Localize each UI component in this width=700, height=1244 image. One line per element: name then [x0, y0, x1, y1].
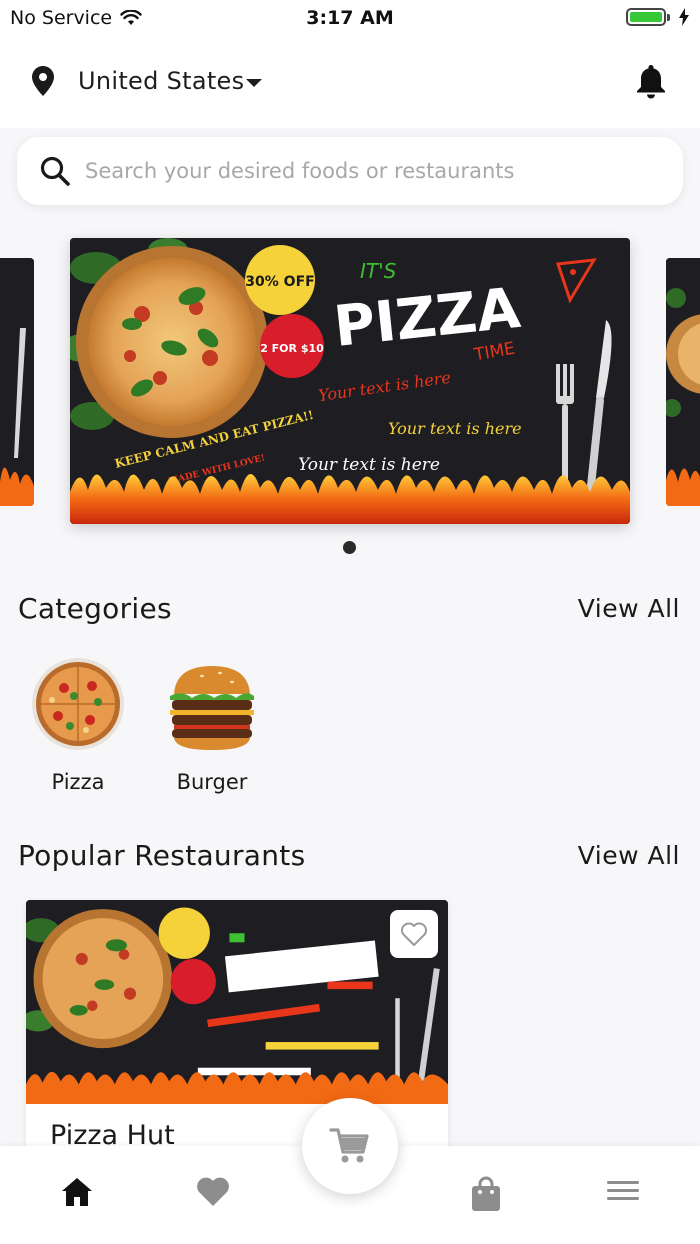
heart-outline-icon: [401, 922, 427, 946]
deal-badge: 2 FOR $10: [260, 342, 324, 355]
banner-previous[interactable]: [0, 258, 34, 506]
shopping-bag-icon[interactable]: [470, 1176, 502, 1212]
status-right: [626, 8, 690, 26]
favorite-button[interactable]: [390, 910, 438, 958]
location-selector[interactable]: United States: [78, 67, 244, 95]
map-pin-icon[interactable]: [32, 66, 54, 96]
home-icon[interactable]: [60, 1176, 94, 1208]
popular-view-all-button[interactable]: View All: [578, 841, 680, 870]
promo-banner-image: KEEP CALM AND EAT PIZZA!! MADE WITH LOVE…: [70, 238, 630, 524]
category-burger[interactable]: Burger: [157, 656, 267, 794]
popular-title: Popular Restaurants: [18, 839, 306, 872]
banner-line-3: Your text is here: [298, 455, 440, 475]
categories-view-all-button[interactable]: View All: [578, 594, 680, 623]
cart-button[interactable]: [302, 1098, 398, 1194]
chevron-down-icon[interactable]: [246, 79, 262, 87]
search-bar[interactable]: [17, 137, 683, 205]
menu-icon[interactable]: [605, 1176, 641, 1206]
bell-icon[interactable]: [634, 63, 668, 99]
banner-next[interactable]: [666, 258, 700, 506]
banner-headline-small: IT'S: [360, 259, 397, 283]
search-input[interactable]: [85, 156, 665, 186]
battery-icon: [626, 8, 670, 26]
promo-banner[interactable]: KEEP CALM AND EAT PIZZA!! MADE WITH LOVE…: [70, 238, 630, 524]
discount-badge: 30% OFF: [245, 274, 314, 290]
carousel-indicator[interactable]: [343, 541, 356, 554]
banner-line-2: Your text is here: [388, 419, 522, 438]
restaurant-image: [26, 900, 448, 1104]
category-label: Burger: [176, 770, 248, 794]
category-label: Pizza: [51, 770, 105, 794]
clock: 3:17 AM: [306, 7, 394, 29]
cart-icon: [329, 1128, 369, 1163]
app-header: United States: [0, 36, 700, 128]
heart-icon[interactable]: [195, 1176, 231, 1208]
banner-image: [0, 258, 34, 506]
charging-icon: [679, 8, 689, 26]
burger-image: [170, 666, 254, 750]
pizza-image: [32, 658, 124, 750]
search-icon: [40, 156, 70, 186]
categories-title: Categories: [18, 592, 172, 625]
category-pizza[interactable]: Pizza: [23, 656, 133, 794]
restaurant-banner-image: [26, 900, 448, 1104]
banner-image: [666, 258, 700, 506]
status-bar: No Service 3:17 AM: [0, 0, 700, 36]
